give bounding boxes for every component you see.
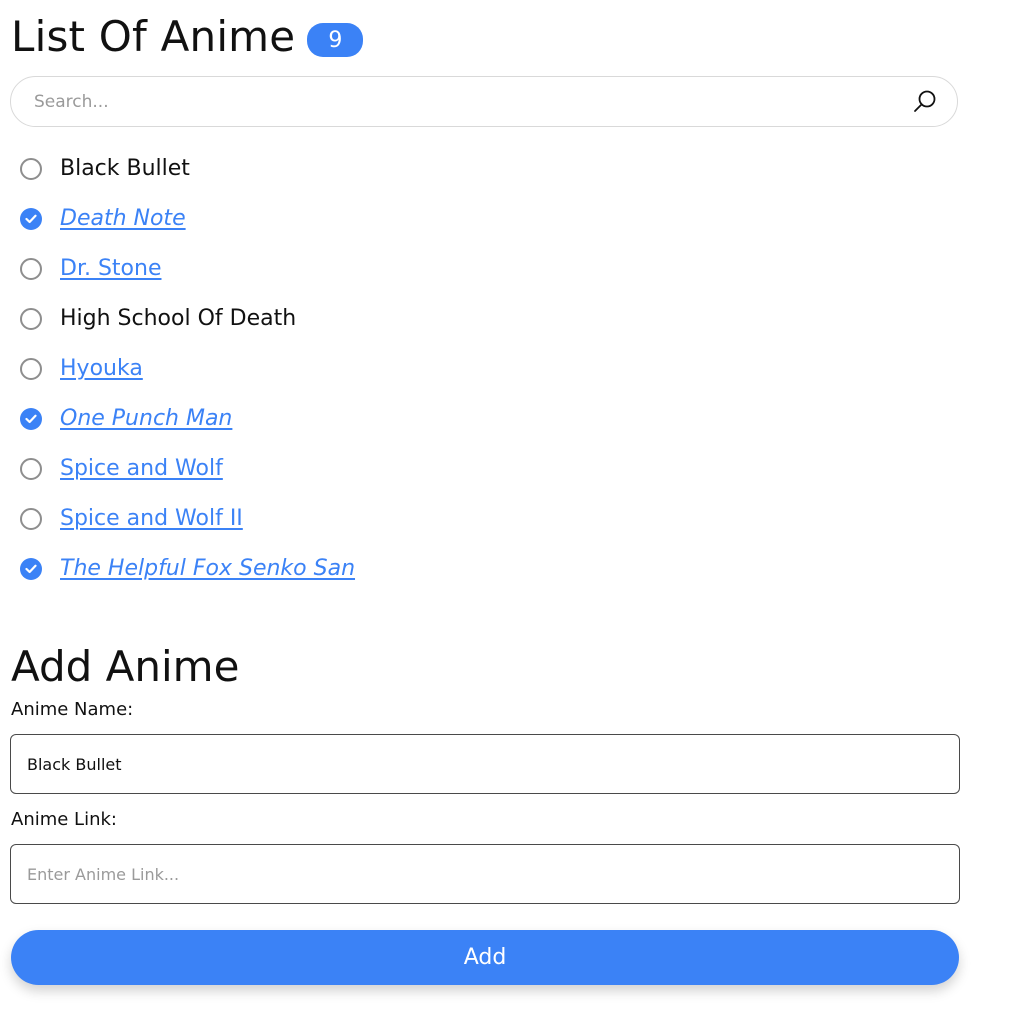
empty-circle-icon[interactable] <box>20 308 42 330</box>
count-badge: 9 <box>307 23 364 57</box>
add-button[interactable]: Add <box>11 930 959 985</box>
list-item: High School Of Death <box>20 294 355 344</box>
page: List Of Anime 9 Black Bullet Death Note Dr… <box>0 0 1015 1015</box>
search-bar <box>10 76 958 127</box>
search-icon[interactable] <box>911 88 939 116</box>
anime-name-label: Anime Name: <box>11 699 134 720</box>
list-item: The Helpful Fox Senko San <box>20 544 355 594</box>
anime-link[interactable]: Spice and Wolf II <box>60 508 243 530</box>
list-item: Hyouka <box>20 344 355 394</box>
list-item: Dr. Stone <box>20 244 355 294</box>
anime-link-label: Anime Link: <box>11 809 117 830</box>
check-circle-icon[interactable] <box>20 408 42 430</box>
anime-link[interactable]: Hyouka <box>60 358 143 380</box>
empty-circle-icon[interactable] <box>20 508 42 530</box>
list-item: Death Note <box>20 194 355 244</box>
empty-circle-icon[interactable] <box>20 158 42 180</box>
add-anime-title: Add Anime <box>11 642 240 691</box>
check-circle-icon[interactable] <box>20 208 42 230</box>
anime-link[interactable]: Spice and Wolf <box>60 458 223 480</box>
anime-name-field[interactable] <box>10 734 960 794</box>
empty-circle-icon[interactable] <box>20 458 42 480</box>
anime-link[interactable]: Death Note <box>60 208 186 230</box>
page-title: List Of Anime <box>11 12 296 61</box>
anime-link-field[interactable] <box>10 844 960 904</box>
list-item: Spice and Wolf <box>20 444 355 494</box>
empty-circle-icon[interactable] <box>20 258 42 280</box>
anime-link[interactable]: One Punch Man <box>60 408 232 430</box>
check-circle-icon[interactable] <box>20 558 42 580</box>
list-item: Spice and Wolf II <box>20 494 355 544</box>
empty-circle-icon[interactable] <box>20 358 42 380</box>
title-row: List Of Anime 9 <box>11 10 364 64</box>
anime-list: Black Bullet Death Note Dr. Stone High Scho… <box>20 144 355 594</box>
anime-link[interactable]: Dr. Stone <box>60 258 161 280</box>
list-item: One Punch Man <box>20 394 355 444</box>
list-item: Black Bullet <box>20 144 355 194</box>
search-input[interactable] <box>32 90 911 113</box>
anime-link[interactable]: The Helpful Fox Senko San <box>60 558 355 580</box>
anime-name: High School Of Death <box>60 306 297 331</box>
anime-name: Black Bullet <box>60 156 190 181</box>
